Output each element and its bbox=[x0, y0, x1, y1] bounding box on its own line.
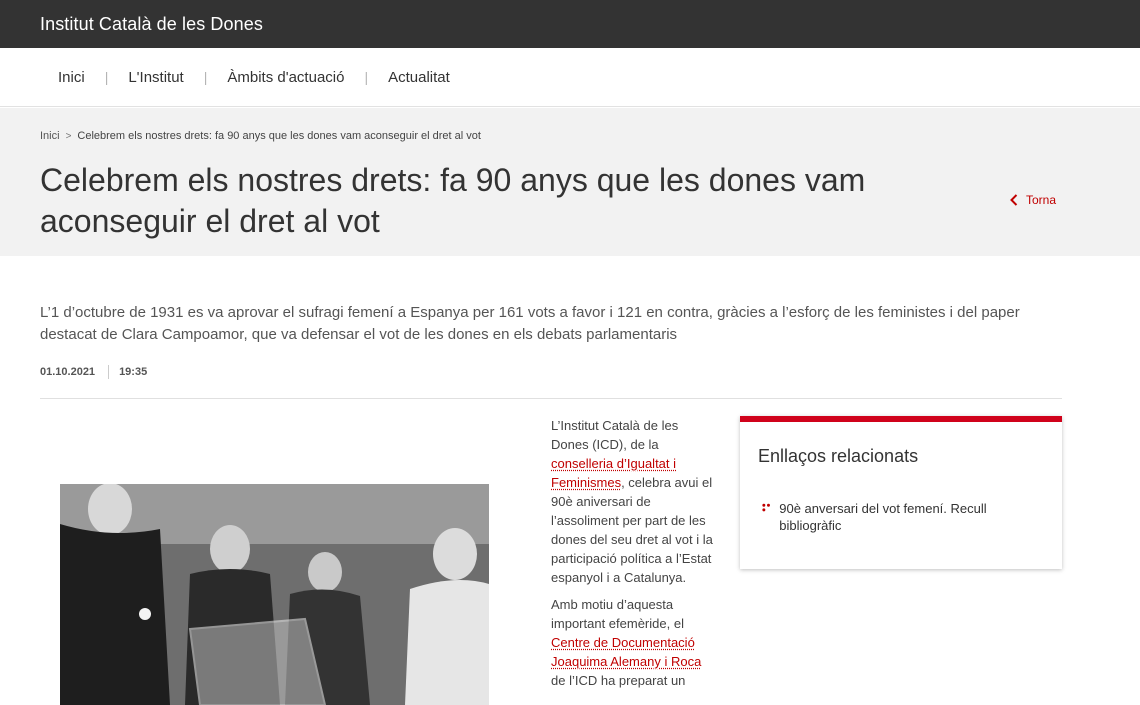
article-lead: L’1 d’octubre de 1931 es va aprovar el s… bbox=[40, 304, 1020, 343]
chevron-left-icon bbox=[1010, 194, 1018, 206]
article-photo bbox=[60, 484, 489, 705]
meta-divider bbox=[108, 365, 110, 379]
page-header-band: Inici > Celebrem els nostres drets: fa 9… bbox=[0, 108, 1140, 256]
body-paragraph: Amb motiu d’aquesta important efemèride,… bbox=[551, 595, 716, 690]
nav-item-institut[interactable]: L'Institut bbox=[128, 69, 183, 86]
nav-item-inici[interactable]: Inici bbox=[58, 69, 85, 86]
breadcrumb: Inici > Celebrem els nostres drets: fa 9… bbox=[40, 130, 481, 142]
dots-bullet-icon bbox=[762, 503, 770, 512]
breadcrumb-home-link[interactable]: Inici bbox=[40, 130, 60, 142]
site-title-link[interactable]: Institut Català de les Dones bbox=[40, 14, 263, 35]
nav-separator: | bbox=[364, 69, 369, 85]
article-date: 01.10.2021 bbox=[40, 366, 96, 378]
back-button[interactable]: Torna bbox=[1010, 193, 1056, 207]
back-button-label: Torna bbox=[1026, 193, 1057, 207]
body-text: L’Institut Català de les Dones (ICD), de… bbox=[551, 418, 679, 452]
photo-illustration bbox=[60, 484, 489, 705]
breadcrumb-current: Celebrem els nostres drets: fa 90 anys q… bbox=[77, 130, 481, 142]
nav-separator: | bbox=[203, 69, 208, 85]
related-links-title: Enllaços relacionats bbox=[758, 446, 919, 466]
body-text: Amb motiu d’aquesta important efemèride,… bbox=[551, 597, 684, 631]
article-meta: 01.10.2021 19:35 bbox=[40, 365, 147, 379]
chevron-right-icon: > bbox=[65, 130, 72, 142]
article-time: 19:35 bbox=[119, 366, 148, 378]
content-divider bbox=[40, 398, 1062, 399]
body-paragraph: L’Institut Català de les Dones (ICD), de… bbox=[551, 416, 716, 587]
body-text: , celebra avui el 90è aniversari de l’as… bbox=[551, 475, 713, 585]
nav-item-ambits[interactable]: Àmbits d'actuació bbox=[227, 69, 344, 86]
page-title: Celebrem els nostres drets: fa 90 anys q… bbox=[40, 162, 866, 239]
related-link-label: 90è anversari del vot femení. Recull bib… bbox=[779, 501, 987, 533]
related-link-item[interactable]: 90è anversari del vot femení. Recull bib… bbox=[762, 500, 1032, 534]
article-body: L’Institut Català de les Dones (ICD), de… bbox=[551, 416, 716, 698]
nav-separator: | bbox=[104, 69, 109, 85]
documentation-centre-link[interactable]: Centre de Documentació Joaquima Alemany … bbox=[551, 635, 701, 669]
nav-item-actualitat[interactable]: Actualitat bbox=[388, 69, 450, 86]
main-navigation: Inici | L'Institut | Àmbits d'actuació |… bbox=[0, 48, 1140, 107]
body-text: de l’ICD ha preparat un bbox=[551, 673, 686, 688]
top-header: Institut Català de les Dones bbox=[0, 0, 1140, 48]
related-links-box: Enllaços relacionats 90è anversari del v… bbox=[740, 416, 1062, 569]
